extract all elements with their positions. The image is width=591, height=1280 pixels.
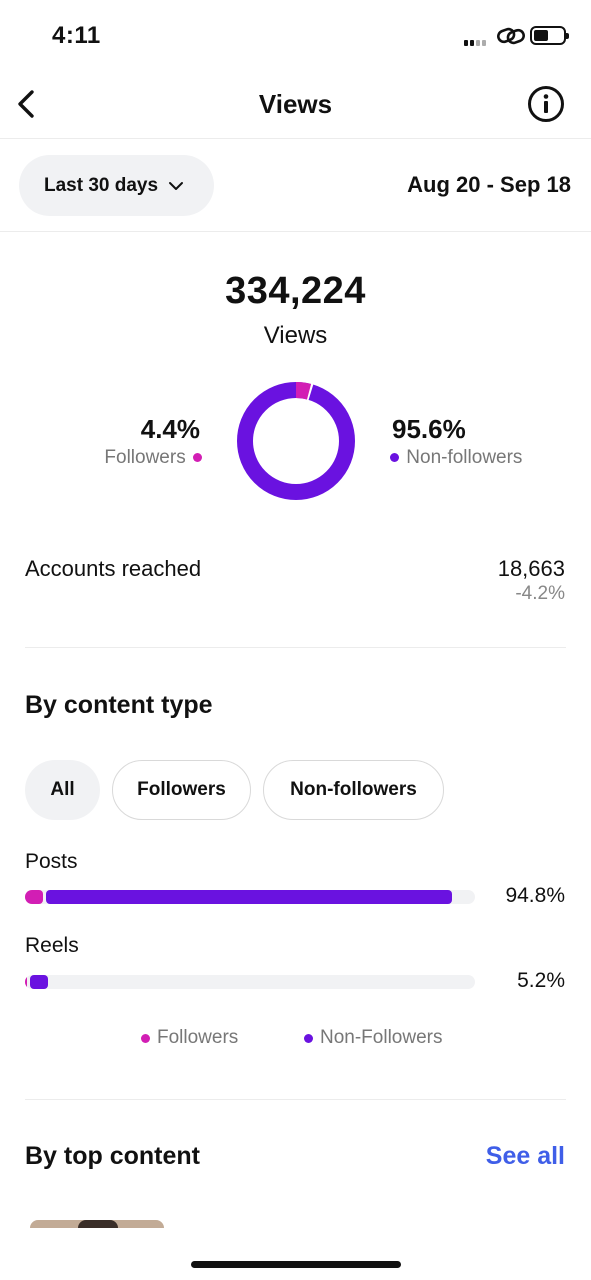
content-type-heading: By content type bbox=[25, 691, 213, 719]
followers-donut-chart bbox=[236, 381, 356, 501]
total-views-value: 334,224 bbox=[225, 270, 366, 312]
non-followers-percent: 95.6% bbox=[392, 414, 466, 444]
info-icon[interactable] bbox=[526, 84, 566, 124]
cellular-signal-icon bbox=[464, 32, 488, 46]
posts-followers-segment bbox=[25, 890, 43, 904]
reels-label: Reels bbox=[25, 934, 79, 957]
accounts-reached-label: Accounts reached bbox=[25, 556, 202, 581]
section-divider bbox=[25, 647, 566, 648]
see-all-link[interactable]: See all bbox=[486, 1142, 565, 1171]
home-indicator[interactable] bbox=[191, 1261, 401, 1268]
chevron-down-icon bbox=[169, 181, 184, 190]
posts-non-followers-segment bbox=[46, 890, 452, 904]
donut-gap bbox=[236, 381, 356, 501]
date-range-dropdown[interactable]: Last 30 days bbox=[19, 155, 214, 216]
legend-non-followers-dot bbox=[304, 1033, 313, 1043]
battery-icon bbox=[530, 26, 569, 45]
reels-followers-segment bbox=[25, 975, 27, 989]
legend-followers-label: Followers bbox=[157, 1027, 239, 1048]
reels-percent: 5.2% bbox=[517, 969, 565, 992]
link-icon bbox=[497, 27, 525, 45]
reels-non-followers-segment bbox=[30, 975, 49, 989]
header-divider bbox=[0, 138, 591, 139]
non-followers-legend: Non-followers bbox=[390, 447, 522, 469]
chip-non-followers[interactable]: Non-followers bbox=[263, 760, 444, 820]
accounts-reached-value: 18,663 bbox=[497, 556, 565, 581]
top-content-thumbnail[interactable] bbox=[30, 1220, 164, 1228]
chip-all[interactable]: All bbox=[25, 760, 100, 820]
non-followers-dot bbox=[390, 453, 399, 463]
followers-label: Followers bbox=[104, 447, 186, 468]
accounts-reached-change: -4.2% bbox=[515, 583, 565, 604]
status-time: 4:11 bbox=[52, 22, 101, 49]
top-content-heading: By top content bbox=[25, 1142, 200, 1170]
legend-followers: Followers bbox=[141, 1027, 238, 1049]
section-divider bbox=[25, 1099, 566, 1100]
date-range-label: Last 30 days bbox=[44, 174, 159, 196]
legend-followers-dot bbox=[141, 1033, 150, 1043]
followers-dot bbox=[193, 453, 202, 463]
filter-divider bbox=[0, 231, 591, 232]
total-views-label: Views bbox=[263, 322, 328, 349]
posts-bar bbox=[25, 890, 475, 904]
followers-percent: 4.4% bbox=[140, 414, 200, 444]
reels-bar bbox=[25, 975, 475, 989]
followers-legend: Followers bbox=[40, 447, 202, 469]
posts-label: Posts bbox=[25, 850, 78, 873]
legend-non-followers-label: Non-Followers bbox=[320, 1027, 443, 1048]
non-followers-label: Non-followers bbox=[406, 447, 523, 468]
chip-followers[interactable]: Followers bbox=[112, 760, 251, 820]
page-title: Views bbox=[258, 89, 333, 119]
posts-percent: 94.8% bbox=[505, 884, 565, 907]
legend-non-followers: Non-Followers bbox=[304, 1027, 442, 1049]
date-range-text: Aug 20 - Sep 18 bbox=[407, 172, 571, 197]
